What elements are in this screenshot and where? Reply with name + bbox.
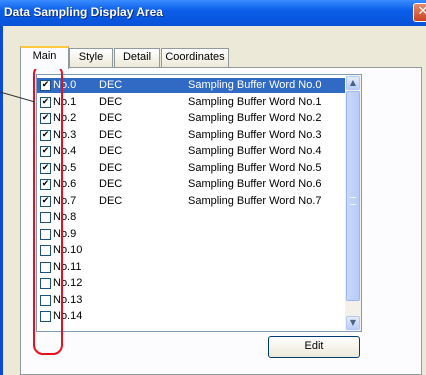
window-title: Data Sampling Display Area <box>4 5 163 19</box>
tab-main-label: Main <box>32 50 57 62</box>
item-number: No.13 <box>53 293 83 306</box>
list-item[interactable]: ✔ No.6 DEC Sampling Buffer Word No.6 <box>37 177 347 192</box>
checkbox-checked[interactable]: ✔ <box>40 146 51 157</box>
thumb-grip-icon <box>350 197 356 205</box>
list-item[interactable]: ✔ No.4 DEC Sampling Buffer Word No.4 <box>37 144 347 159</box>
checkbox-checked[interactable]: ✔ <box>40 179 51 190</box>
list-item[interactable]: No.12 <box>37 276 347 291</box>
checkbox-checked[interactable]: ✔ <box>40 162 51 174</box>
window-left-border <box>0 26 3 375</box>
list-item[interactable]: No.14 <box>37 309 347 324</box>
list-item[interactable]: No.9 <box>37 227 347 242</box>
item-description: Sampling Buffer Word No.4 <box>188 145 322 157</box>
tab-coordinates[interactable]: Coordinates <box>161 48 229 67</box>
sampling-list[interactable]: No.14 No.13 No.12 No.11 No.10 No.9 No.8 ✔ No.7 DE… <box>36 74 362 332</box>
item-description: Sampling Buffer Word No.5 <box>188 161 322 174</box>
checkbox-checked[interactable]: ✔ <box>40 195 51 207</box>
item-format: DEC <box>99 95 123 108</box>
item-format: DEC <box>99 178 123 190</box>
item-description: Sampling Buffer Word No.2 <box>188 112 322 124</box>
tab-style-label: Style <box>78 51 104 63</box>
item-description: Sampling Buffer Word No.3 <box>188 128 322 141</box>
item-description: Sampling Buffer Word No.7 <box>188 194 322 207</box>
tab-detail-label: Detail <box>122 51 152 63</box>
checkbox-checked[interactable]: ✔ <box>40 80 51 91</box>
vertical-scrollbar[interactable]: ▲ ▼ <box>345 75 361 331</box>
tab-coordinates-label: Coordinates <box>165 51 225 63</box>
list-item[interactable]: ✔ No.7 DEC Sampling Buffer Word No.7 <box>37 194 347 209</box>
chevron-up-icon[interactable]: ▲ <box>346 76 360 90</box>
checkbox-unchecked[interactable] <box>40 245 51 256</box>
item-number: No.2 <box>53 112 77 124</box>
list-item[interactable]: ✔ No.1 DEC Sampling Buffer Word No.1 <box>37 95 347 110</box>
list-item[interactable]: ✔ No.5 DEC Sampling Buffer Word No.5 <box>37 161 347 176</box>
item-number: No.6 <box>53 178 77 190</box>
item-number: No.12 <box>53 277 83 289</box>
item-number: No.5 <box>53 161 77 174</box>
item-description: Sampling Buffer Word No.6 <box>188 178 322 190</box>
checkbox-unchecked[interactable] <box>40 212 51 223</box>
checkbox-unchecked[interactable] <box>40 311 51 322</box>
item-number: No.7 <box>53 194 77 207</box>
item-number: No.0 <box>53 79 77 91</box>
item-number: No.8 <box>53 211 77 223</box>
list-item[interactable]: No.11 <box>37 260 347 275</box>
scrollbar-thumb[interactable] <box>346 91 360 301</box>
list-item[interactable]: ✔ No.3 DEC Sampling Buffer Word No.3 <box>37 128 347 143</box>
dialog-window: Data Sampling Display Area ✕ Main Style … <box>0 0 426 375</box>
list-item[interactable]: ✔ No.0 DEC Sampling Buffer Word No.0 <box>37 78 347 93</box>
tab-main[interactable]: Main <box>20 46 69 69</box>
item-format: DEC <box>99 128 123 141</box>
item-number: No.4 <box>53 145 77 157</box>
item-format: DEC <box>99 79 123 91</box>
checkbox-unchecked[interactable] <box>40 228 51 240</box>
item-format: DEC <box>99 145 123 157</box>
checkbox-checked[interactable]: ✔ <box>40 129 51 141</box>
chevron-down-icon[interactable]: ▼ <box>346 316 360 330</box>
list-item[interactable]: ✔ No.2 DEC Sampling Buffer Word No.2 <box>37 111 347 126</box>
checkbox-unchecked[interactable] <box>40 294 51 306</box>
item-format: DEC <box>99 112 123 124</box>
checkbox-checked[interactable]: ✔ <box>40 113 51 124</box>
item-number: No.1 <box>53 95 77 108</box>
item-number: No.3 <box>53 128 77 141</box>
title-bar[interactable]: Data Sampling Display Area ✕ <box>0 0 426 26</box>
list-item[interactable]: No.8 <box>37 210 347 225</box>
list-item[interactable]: No.10 <box>37 243 347 258</box>
checkbox-unchecked[interactable] <box>40 278 51 289</box>
list-item[interactable]: No.13 <box>37 293 347 308</box>
checkbox-checked[interactable]: ✔ <box>40 96 51 108</box>
item-number: No.14 <box>53 310 83 322</box>
item-format: DEC <box>99 194 123 207</box>
tab-detail[interactable]: Detail <box>114 48 160 67</box>
close-button[interactable]: ✕ <box>413 3 426 22</box>
item-description: Sampling Buffer Word No.1 <box>188 95 322 108</box>
item-number: No.9 <box>53 227 77 240</box>
item-description: Sampling Buffer Word No.0 <box>188 79 322 91</box>
tab-style[interactable]: Style <box>69 48 113 67</box>
item-number: No.10 <box>53 244 83 256</box>
item-number: No.11 <box>53 260 82 273</box>
item-format: DEC <box>99 161 123 174</box>
checkbox-unchecked[interactable] <box>40 261 51 273</box>
edit-button[interactable]: Edit <box>268 336 360 358</box>
